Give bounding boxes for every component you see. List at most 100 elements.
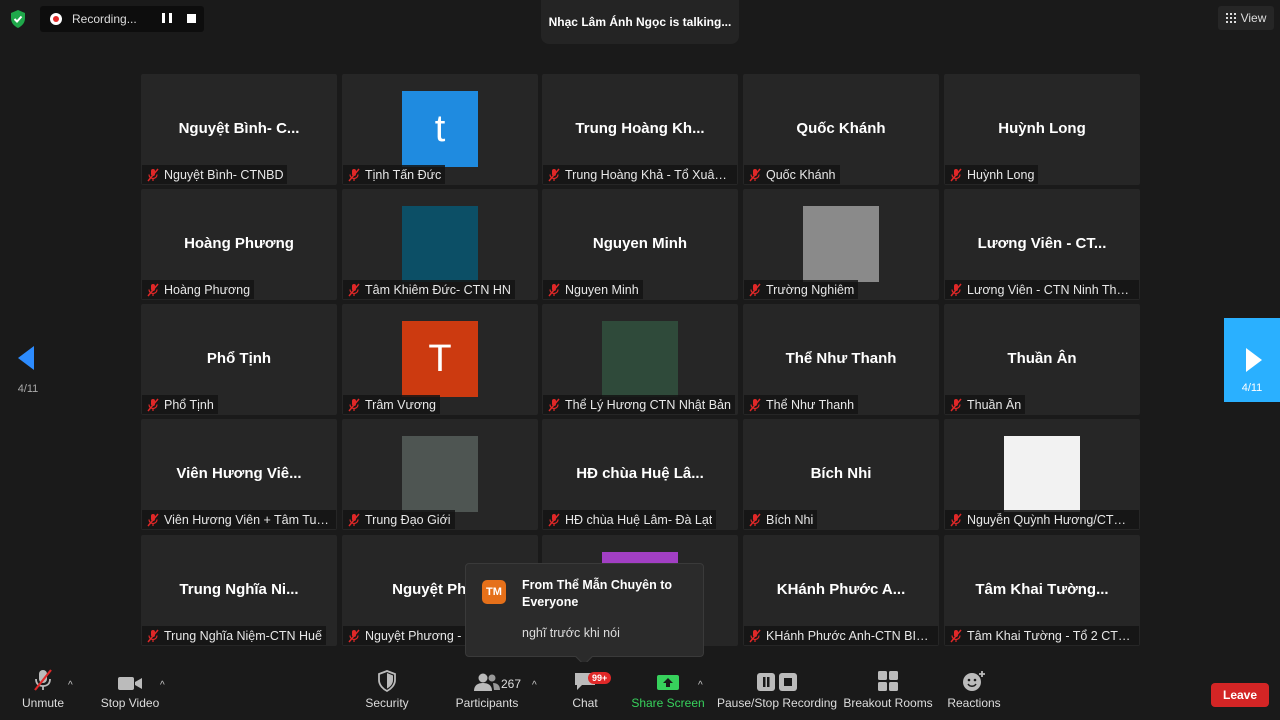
- participant-tile[interactable]: Nguyệt Bình- C... Nguyệt Bình- CTNBD: [141, 74, 337, 185]
- stop-recording-icon[interactable]: [187, 14, 196, 23]
- microphone-muted-icon: [146, 168, 160, 182]
- participant-name-label: Lương Viên - CTN Ninh Thuận: [967, 282, 1135, 297]
- participant-avatar: [803, 206, 879, 282]
- participant-tile[interactable]: t Tịnh Tấn Đức: [342, 74, 538, 185]
- participants-icon: [474, 673, 500, 691]
- participant-name-label: Nguyen Minh: [565, 282, 639, 297]
- participant-tile[interactable]: Trung Đạo Giới: [342, 419, 538, 530]
- participants-options-caret-icon[interactable]: ^: [532, 680, 537, 691]
- microphone-muted-icon: [748, 398, 762, 412]
- microphone-muted-icon: [949, 168, 963, 182]
- participant-name-label: Trường Nghiêm: [766, 282, 855, 297]
- participant-tile[interactable]: Thuần Ân Thuần Ân: [944, 304, 1140, 415]
- participants-button[interactable]: Participants: [454, 662, 520, 720]
- chat-unread-badge: 99+: [588, 672, 612, 684]
- participant-tile[interactable]: Tâm Khai Tường... Tâm Khai Tường - Tổ 2 C…: [944, 535, 1140, 646]
- security-button[interactable]: Security: [362, 662, 412, 720]
- leave-button[interactable]: Leave: [1211, 683, 1269, 707]
- microphone-muted-icon: [347, 513, 361, 527]
- participant-tile[interactable]: Thể Lý Hương CTN Nhật Bản: [542, 304, 738, 415]
- participant-tile[interactable]: Trung Hoàng Kh... Trung Hoàng Khả - Tổ Xu…: [542, 74, 738, 185]
- microphone-muted-icon: [347, 398, 361, 412]
- participant-tile[interactable]: Quốc Khánh Quốc Khánh: [743, 74, 939, 185]
- chat-message: nghĩ trước khi nói: [522, 626, 620, 640]
- view-label: View: [1240, 11, 1267, 25]
- previous-page-button[interactable]: 4/11: [8, 340, 48, 400]
- participants-count: 267: [501, 677, 522, 691]
- participant-avatar: t: [402, 91, 478, 167]
- participant-tile[interactable]: HĐ chùa Huệ Lâ... HĐ chùa Huệ Lâm- Đà Lạt: [542, 419, 738, 530]
- participant-tile[interactable]: Viên Hương Viê... Viên Hương Viên + Tâm T…: [141, 419, 337, 530]
- page-indicator-right: 4/11: [1241, 382, 1263, 394]
- participant-name-label: Trung Hoàng Khả - Tổ Xuân ...: [565, 167, 733, 182]
- participant-caption: Trung Hoàng Khả - Tổ Xuân ...: [543, 165, 737, 184]
- breakout-rooms-button[interactable]: Breakout Rooms: [843, 662, 933, 720]
- active-speaker-banner: Nhạc Lâm Ánh Ngọc is talking...: [541, 0, 739, 44]
- view-button[interactable]: View: [1218, 6, 1274, 30]
- microphone-muted-icon: [547, 283, 561, 297]
- reactions-button[interactable]: Reactions: [946, 662, 1002, 720]
- next-page-button[interactable]: 4/11: [1224, 318, 1280, 402]
- pause-stop-recording-button[interactable]: Pause/Stop Recording: [716, 662, 838, 720]
- reactions-label: Reactions: [947, 696, 1001, 710]
- participant-caption: Quốc Khánh: [744, 165, 840, 184]
- breakout-rooms-icon: [878, 671, 898, 691]
- participant-name-label: Phổ Tịnh: [164, 397, 214, 412]
- recording-controls-label: Pause/Stop Recording: [716, 696, 838, 710]
- participant-name-label: HĐ chùa Huệ Lâm- Đà Lạt: [565, 512, 713, 527]
- security-shield-icon[interactable]: [8, 9, 28, 29]
- participant-name-label: Bích Nhi: [766, 512, 814, 527]
- video-options-caret-icon[interactable]: ^: [160, 680, 165, 691]
- video-camera-icon: [118, 677, 142, 690]
- grid-icon: [1225, 13, 1236, 23]
- share-screen-button[interactable]: Share Screen: [631, 662, 705, 720]
- microphone-muted-icon: [146, 513, 160, 527]
- microphone-muted-icon: [748, 168, 762, 182]
- participant-caption: Thể Như Thanh: [744, 395, 859, 414]
- chat-button[interactable]: Chat: [563, 662, 607, 720]
- microphone-muted-icon: [748, 283, 762, 297]
- participant-tile[interactable]: Phổ Tịnh Phổ Tịnh: [141, 304, 337, 415]
- participant-name-label: Thuần Ân: [967, 397, 1022, 412]
- participant-caption: Nguyen Minh: [543, 280, 643, 299]
- participant-caption: Thuần Ân: [945, 395, 1026, 414]
- participant-tile[interactable]: Nguyen Minh Nguyen Minh: [542, 189, 738, 300]
- participant-tile[interactable]: KHánh Phước A... KHánh Phước Anh-CTN BIÊN…: [743, 535, 939, 646]
- microphone-muted-icon: [146, 398, 160, 412]
- participant-avatar: [402, 436, 478, 512]
- page-indicator-left: 4/11: [17, 383, 39, 395]
- participant-tile[interactable]: Trường Nghiêm: [743, 189, 939, 300]
- participant-name-label: Tịnh Tấn Đức: [365, 167, 442, 182]
- audio-options-caret-icon[interactable]: ^: [68, 680, 73, 691]
- participant-caption: HĐ chùa Huệ Lâm- Đà Lạt: [543, 510, 717, 529]
- participant-tile[interactable]: Nguyễn Quỳnh Hương/CTN P...: [944, 419, 1140, 530]
- participant-tile[interactable]: Lương Viên - CT... Lương Viên - CTN Ninh …: [944, 189, 1140, 300]
- microphone-muted-icon: [748, 629, 762, 643]
- participant-caption: Huỳnh Long: [945, 165, 1039, 184]
- pause-stop-recording-icon: [757, 673, 797, 691]
- stop-video-button[interactable]: Stop Video: [98, 662, 162, 720]
- participant-tile[interactable]: Hoàng Phương Hoàng Phương: [141, 189, 337, 300]
- participant-name-label: Nguyệt Phương - C: [365, 628, 474, 643]
- microphone-muted-icon: [146, 629, 160, 643]
- participant-name-label: Viên Hương Viên + Tâm Tuệ ...: [164, 512, 332, 527]
- participant-caption: Lương Viên - CTN Ninh Thuận: [945, 280, 1139, 299]
- microphone-muted-icon: [949, 513, 963, 527]
- participant-caption: Tâm Khai Tường - Tổ 2 CTN ...: [945, 626, 1139, 645]
- participant-avatar: [402, 206, 478, 282]
- participant-tile[interactable]: T Trâm Vương: [342, 304, 538, 415]
- participant-tile[interactable]: Trung Nghĩa Ni... Trung Nghĩa Niệm-CTN Hu…: [141, 535, 337, 646]
- share-options-caret-icon[interactable]: ^: [698, 680, 703, 691]
- meeting-toolbar: Unmute ^ Stop Video ^ Security Participa…: [0, 662, 1280, 720]
- pause-recording-icon[interactable]: [162, 13, 172, 23]
- participant-avatar: [1004, 436, 1080, 512]
- participant-tile[interactable]: Thể Như Thanh Thể Như Thanh: [743, 304, 939, 415]
- participant-avatar: [602, 321, 678, 397]
- top-bar: Recording... Nhạc Lâm Ánh Ngọc is talkin…: [0, 0, 1280, 44]
- participant-tile[interactable]: Tâm Khiêm Đức- CTN HN: [342, 189, 538, 300]
- participant-tile[interactable]: Bích Nhi Bích Nhi: [743, 419, 939, 530]
- chat-notification[interactable]: TM From Thể Mẫn Chuyên to Everyone nghĩ …: [465, 563, 704, 666]
- participant-tile[interactable]: Huỳnh Long Huỳnh Long: [944, 74, 1140, 185]
- participant-caption: Phổ Tịnh: [142, 395, 218, 414]
- unmute-button[interactable]: Unmute: [18, 662, 68, 720]
